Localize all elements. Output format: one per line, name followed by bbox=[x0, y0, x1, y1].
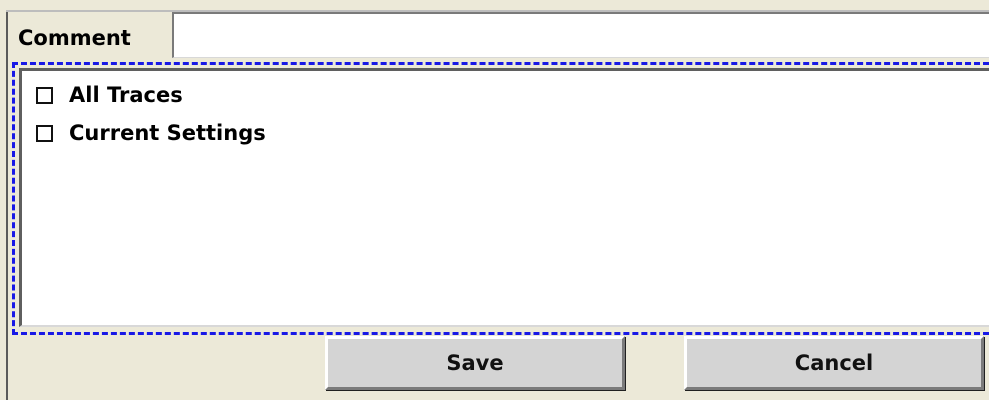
all-traces-checkbox[interactable] bbox=[36, 86, 53, 104]
save-button[interactable]: Save bbox=[325, 336, 625, 390]
panel-left-border bbox=[6, 10, 8, 400]
save-dialog-panel: Comment All Traces Current Settings Save… bbox=[0, 0, 989, 400]
options-list[interactable]: All Traces Current Settings bbox=[19, 68, 989, 327]
option-all-traces[interactable]: All Traces bbox=[36, 81, 183, 109]
current-settings-label: Current Settings bbox=[69, 121, 266, 145]
comment-input[interactable] bbox=[172, 12, 989, 58]
current-settings-checkbox[interactable] bbox=[36, 124, 53, 142]
all-traces-label: All Traces bbox=[69, 83, 183, 107]
comment-label: Comment bbox=[18, 26, 131, 50]
cancel-button[interactable]: Cancel bbox=[684, 336, 984, 390]
option-current-settings[interactable]: Current Settings bbox=[36, 119, 266, 147]
